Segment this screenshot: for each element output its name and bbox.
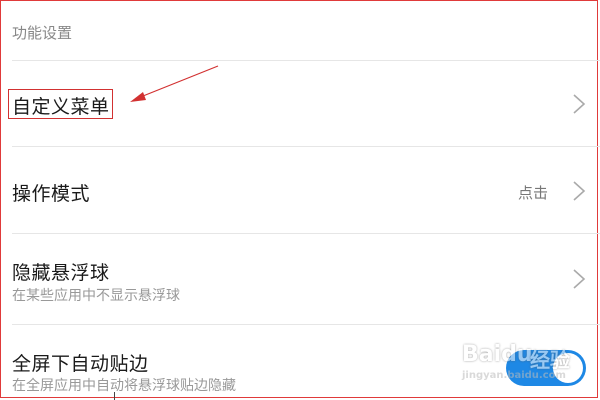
chevron-right-icon [573, 94, 586, 114]
chevron-right-icon [573, 181, 586, 201]
operation-mode-title: 操作模式 [12, 183, 91, 205]
auto-edge-subtitle: 在全屏应用中自动将悬浮球贴边隐藏 [12, 378, 236, 394]
auto-edge-toggle[interactable] [506, 350, 586, 386]
chevron-right-icon [573, 269, 586, 289]
section-header: 功能设置 [12, 24, 73, 42]
hide-floating-ball-row[interactable]: 隐藏悬浮球 在某些应用中不显示悬浮球 [0, 234, 600, 324]
operation-mode-row[interactable]: 操作模式 点击 [0, 147, 600, 233]
hide-floating-ball-title: 隐藏悬浮球 [12, 262, 110, 284]
annotation-highlight-box [8, 89, 113, 119]
operation-mode-value: 点击 [517, 184, 548, 202]
toggle-knob [553, 353, 583, 383]
auto-edge-title: 全屏下自动贴边 [12, 353, 149, 375]
hide-floating-ball-subtitle: 在某些应用中不显示悬浮球 [12, 288, 180, 304]
divider [114, 392, 115, 400]
annotation-arrow-icon [130, 65, 219, 102]
